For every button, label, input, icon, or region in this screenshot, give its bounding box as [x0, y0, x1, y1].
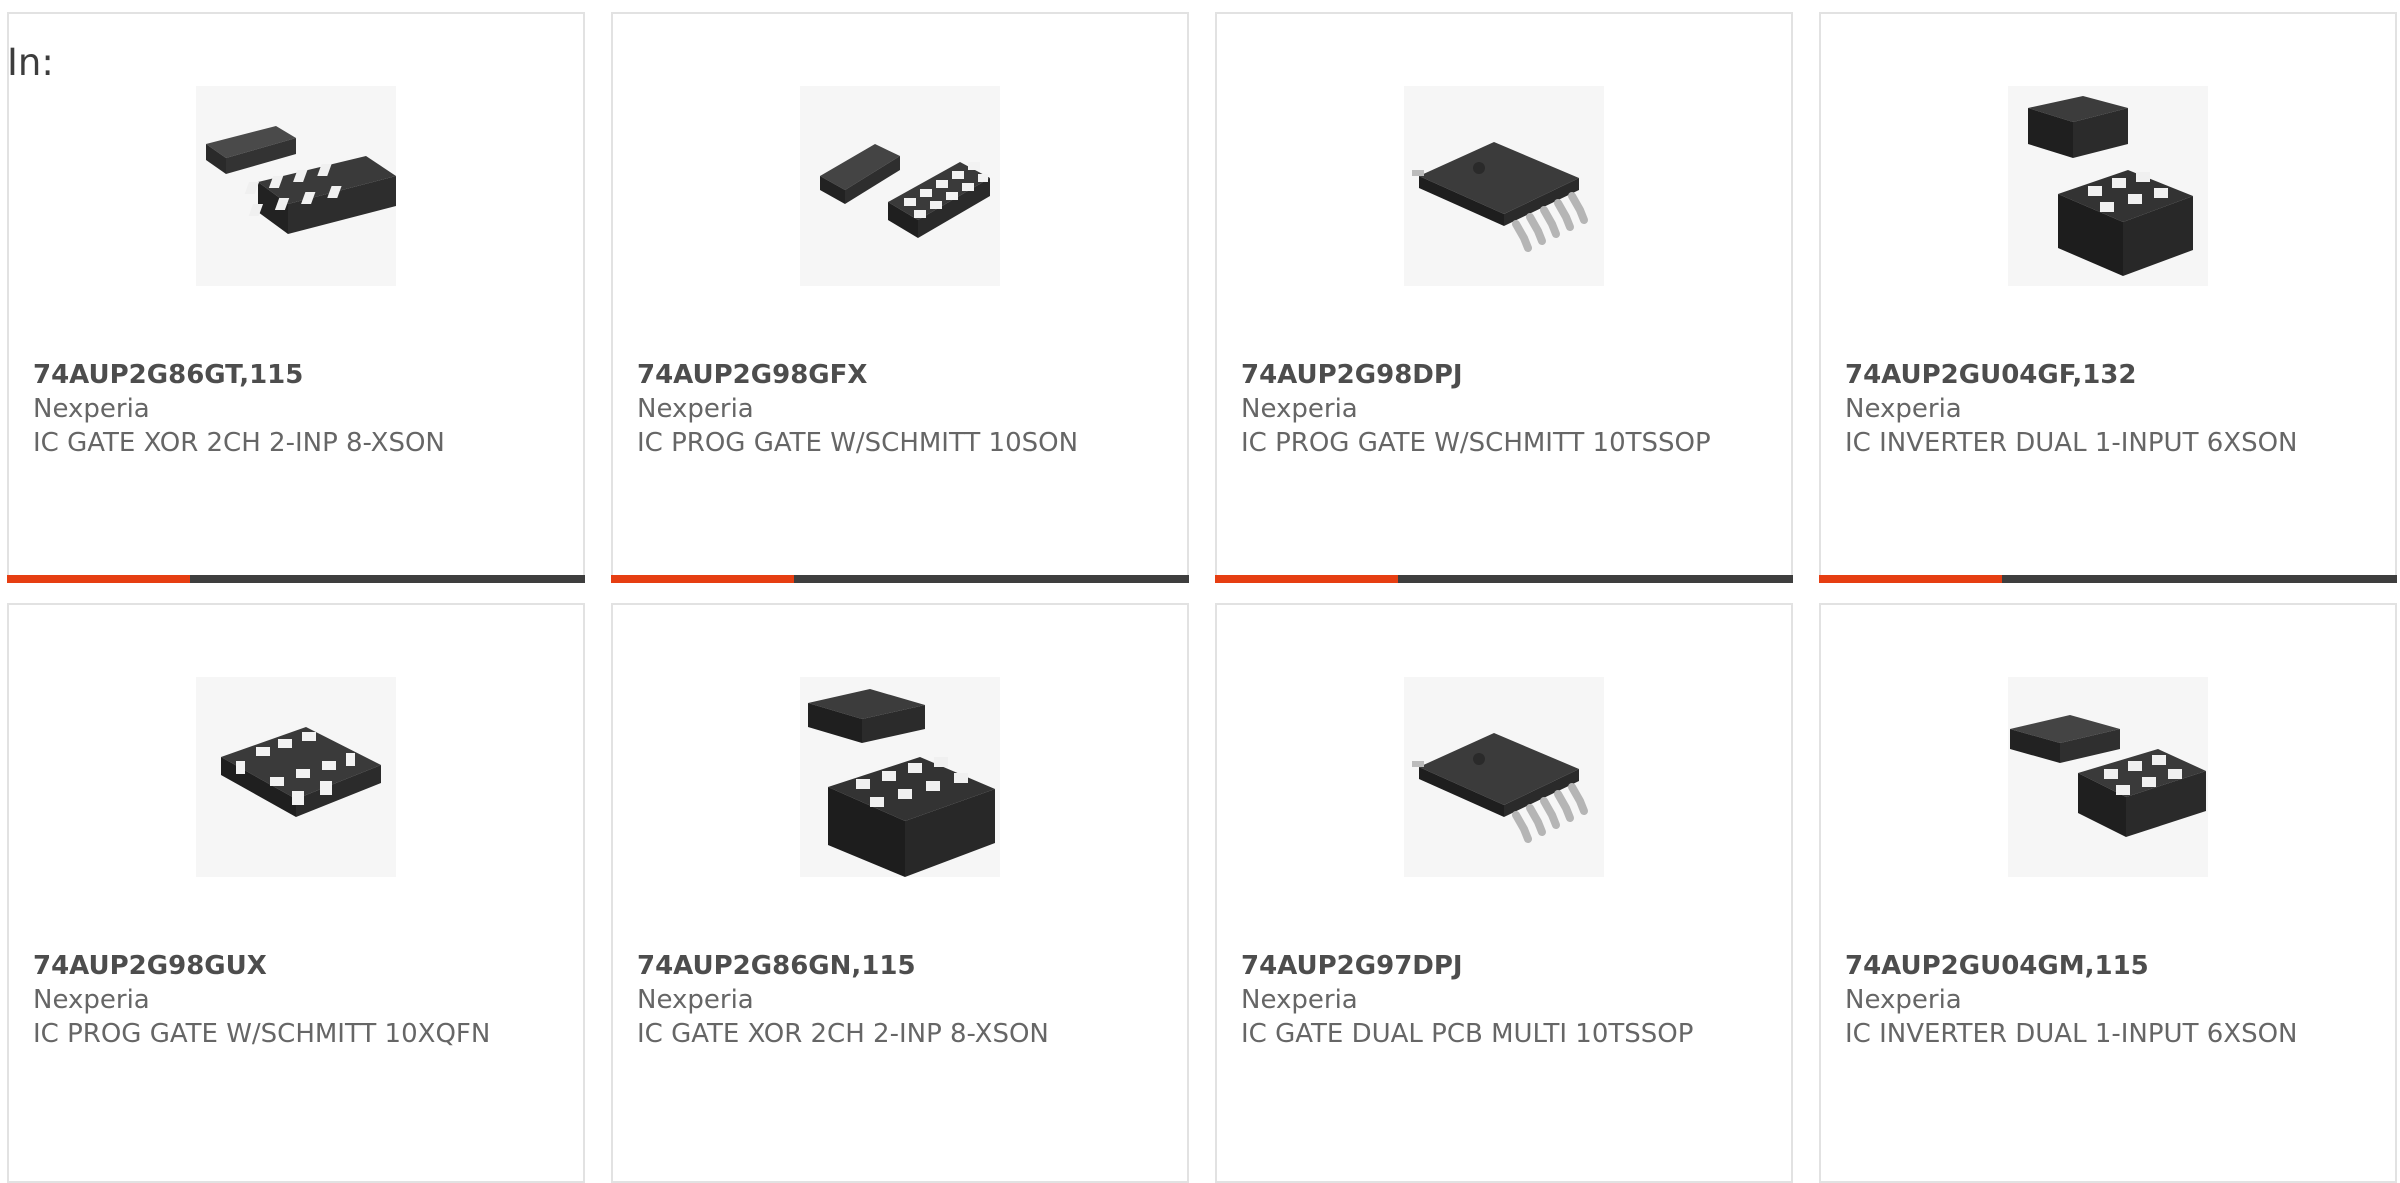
product-card[interactable]: 74AUP2G86GN,115 Nexperia IC GATE XOR 2CH…	[611, 603, 1189, 1183]
product-card[interactable]: 74AUP2GU04GM,115 Nexperia IC INVERTER DU…	[1819, 603, 2397, 1183]
product-card[interactable]: 74AUP2G86GT,115 Nexperia IC GATE XOR 2CH…	[7, 12, 585, 583]
xson-package-image[interactable]	[800, 677, 1000, 877]
card-bar	[1819, 575, 2397, 583]
description: IC GATE DUAL PCB MULTI 10TSSOP	[1241, 1019, 1694, 1049]
part-number[interactable]: 74AUP2G86GN,115	[637, 949, 1167, 983]
son-package-image[interactable]	[800, 86, 1000, 286]
card-bar	[7, 575, 585, 583]
card-bar	[611, 575, 1189, 583]
manufacturer: Nexperia	[1241, 394, 1358, 424]
tssop-package-image[interactable]	[1404, 677, 1604, 877]
card-bar-accent	[7, 575, 190, 583]
part-number[interactable]: 74AUP2GU04GM,115	[1845, 949, 2375, 983]
xson-package-image[interactable]	[196, 86, 396, 286]
manufacturer: Nexperia	[33, 394, 150, 424]
manufacturer: Nexperia	[1241, 985, 1358, 1015]
description: IC PROG GATE W/SCHMITT 10SON	[637, 428, 1079, 458]
description: IC GATE XOR 2CH 2-INP 8-XSON	[637, 1019, 1049, 1049]
description: IC INVERTER DUAL 1-INPUT 6XSON	[1845, 1019, 2298, 1049]
xqfn-package-image[interactable]	[196, 677, 396, 877]
product-card[interactable]: 74AUP2G97DPJ Nexperia IC GATE DUAL PCB M…	[1215, 603, 1793, 1183]
product-card[interactable]: 74AUP2G98GUX Nexperia IC PROG GATE W/SCH…	[7, 603, 585, 1183]
part-number[interactable]: 74AUP2GU04GF,132	[1845, 358, 2375, 392]
description: IC PROG GATE W/SCHMITT 10XQFN	[33, 1019, 491, 1049]
manufacturer: Nexperia	[33, 985, 150, 1015]
part-number[interactable]: 74AUP2G98GFX	[637, 358, 1167, 392]
description: IC INVERTER DUAL 1-INPUT 6XSON	[1845, 428, 2298, 458]
card-bar	[1215, 575, 1793, 583]
part-number[interactable]: 74AUP2G98DPJ	[1241, 358, 1771, 392]
manufacturer: Nexperia	[1845, 394, 1962, 424]
product-card[interactable]: 74AUP2G98GFX Nexperia IC PROG GATE W/SCH…	[611, 12, 1189, 583]
part-number[interactable]: 74AUP2G97DPJ	[1241, 949, 1771, 983]
product-card[interactable]: 74AUP2GU04GF,132 Nexperia IC INVERTER DU…	[1819, 12, 2397, 583]
manufacturer: Nexperia	[637, 394, 754, 424]
part-number[interactable]: 74AUP2G86GT,115	[33, 358, 563, 392]
manufacturer: Nexperia	[1845, 985, 1962, 1015]
card-bar-accent	[1819, 575, 2002, 583]
description: IC GATE XOR 2CH 2-INP 8-XSON	[33, 428, 445, 458]
card-bar-accent	[1215, 575, 1398, 583]
description: IC PROG GATE W/SCHMITT 10TSSOP	[1241, 428, 1711, 458]
xson-package-image[interactable]	[2008, 677, 2208, 877]
tssop-package-image[interactable]	[1404, 86, 1604, 286]
in-label: In:	[7, 41, 54, 84]
part-number[interactable]: 74AUP2G98GUX	[33, 949, 563, 983]
product-card[interactable]: 74AUP2G98DPJ Nexperia IC PROG GATE W/SCH…	[1215, 12, 1793, 583]
xson-package-image[interactable]	[2008, 86, 2208, 286]
manufacturer: Nexperia	[637, 985, 754, 1015]
card-bar-accent	[611, 575, 794, 583]
